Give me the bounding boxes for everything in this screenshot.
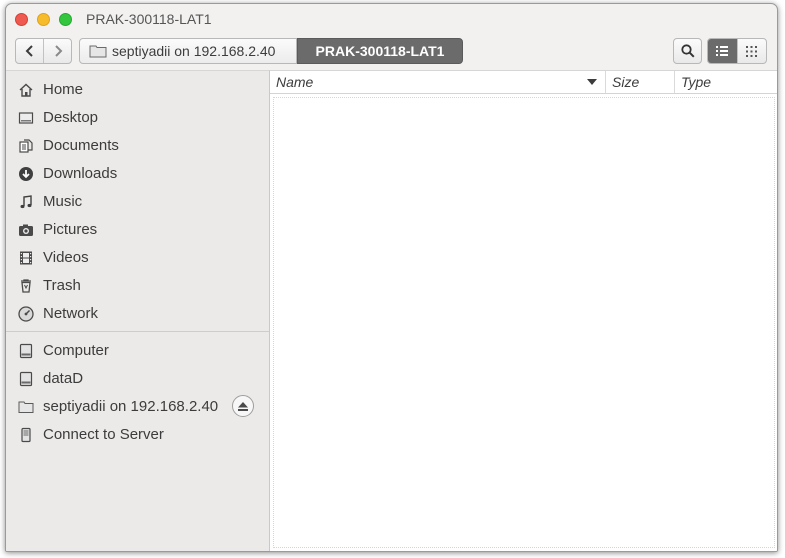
sidebar-item-connect-to-server[interactable]: Connect to Server	[6, 421, 269, 449]
sidebar-item-label: dataD	[43, 370, 84, 387]
server-icon	[18, 427, 34, 443]
chevron-right-icon	[54, 45, 62, 57]
sidebar-item-label: Computer	[43, 342, 109, 359]
column-header-name-label: Name	[276, 74, 314, 90]
list-view-icon	[716, 46, 729, 56]
column-header-type-label: Type	[681, 74, 712, 90]
breadcrumb: septiyadii on 192.168.2.40 PRAK-300118-L…	[79, 38, 463, 64]
sidebar-item-documents[interactable]: Documents	[6, 132, 269, 160]
network-folder-icon	[18, 399, 34, 415]
documents-icon	[18, 138, 34, 154]
pictures-icon	[18, 222, 34, 238]
home-icon	[18, 82, 34, 98]
sidebar-item-network-share[interactable]: septiyadii on 192.168.2.40	[6, 393, 269, 421]
column-header-size[interactable]: Size	[605, 71, 674, 93]
sidebar-item-desktop[interactable]: Desktop	[6, 104, 269, 132]
window-title: PRAK-300118-LAT1	[86, 11, 212, 27]
breadcrumb-parent-label: septiyadii on 192.168.2.40	[112, 43, 276, 59]
computer-icon	[18, 343, 34, 359]
network-icon	[18, 306, 34, 322]
search-button[interactable]	[673, 38, 702, 64]
sidebar-item-downloads[interactable]: Downloads	[6, 160, 269, 188]
search-icon	[680, 44, 695, 58]
file-list-area[interactable]	[273, 97, 775, 548]
view-mode-toggle	[707, 38, 767, 64]
back-button[interactable]	[16, 39, 43, 63]
minimize-window-button[interactable]	[37, 13, 50, 26]
sidebar-item-label: Videos	[43, 249, 89, 266]
breadcrumb-current-label: PRAK-300118-LAT1	[315, 43, 445, 59]
sidebar-item-network[interactable]: Network	[6, 300, 269, 328]
maximize-window-button[interactable]	[59, 13, 72, 26]
sidebar-item-label: Trash	[43, 277, 81, 294]
sidebar-item-label: septiyadii on 192.168.2.40	[43, 398, 219, 415]
sidebar-item-pictures[interactable]: Pictures	[6, 216, 269, 244]
sidebar-item-label: Documents	[43, 137, 119, 154]
network-folder-icon	[89, 45, 107, 58]
breadcrumb-current[interactable]: PRAK-300118-LAT1	[297, 38, 463, 64]
sidebar-item-datad[interactable]: dataD	[6, 365, 269, 393]
column-header-row: Name Size Type	[270, 71, 777, 94]
desktop-icon	[18, 110, 34, 126]
trash-icon	[18, 278, 34, 294]
drive-icon	[18, 371, 34, 387]
column-header-name[interactable]: Name	[270, 71, 605, 93]
grid-view-icon	[746, 45, 758, 57]
title-bar: PRAK-300118-LAT1	[6, 4, 777, 32]
sidebar-item-label: Desktop	[43, 109, 99, 126]
eject-button[interactable]	[232, 395, 254, 417]
navigation-buttons	[15, 38, 72, 64]
sidebar-item-label: Home	[43, 81, 84, 98]
sidebar-item-label: Pictures	[43, 221, 98, 238]
sidebar-item-music[interactable]: Music	[6, 188, 269, 216]
eject-icon	[238, 401, 248, 411]
sidebar-item-home[interactable]: Home	[6, 76, 269, 104]
sidebar-item-trash[interactable]: Trash	[6, 272, 269, 300]
music-icon	[18, 194, 34, 210]
column-header-size-label: Size	[612, 74, 640, 90]
sidebar-item-label: Music	[43, 193, 83, 210]
videos-icon	[18, 250, 34, 266]
sidebar: Home Desktop Documents Downloads Music P…	[6, 70, 269, 551]
sidebar-item-label: Connect to Server	[43, 426, 164, 443]
column-header-type[interactable]: Type	[674, 71, 777, 93]
list-view-button[interactable]	[708, 39, 737, 63]
toolbar: septiyadii on 192.168.2.40 PRAK-300118-L…	[6, 32, 777, 70]
forward-button[interactable]	[43, 39, 71, 63]
close-window-button[interactable]	[15, 13, 28, 26]
breadcrumb-parent[interactable]: septiyadii on 192.168.2.40	[79, 38, 297, 64]
sidebar-item-label: Downloads	[43, 165, 118, 182]
sidebar-separator	[6, 331, 269, 332]
sidebar-item-label: Network	[43, 305, 99, 322]
grid-view-button[interactable]	[736, 39, 767, 63]
sidebar-item-videos[interactable]: Videos	[6, 244, 269, 272]
chevron-left-icon	[25, 45, 33, 57]
sort-descending-icon	[587, 79, 597, 85]
file-manager-window: PRAK-300118-LAT1 septiyadii on 192.168.2…	[5, 3, 778, 552]
sidebar-item-computer[interactable]: Computer	[6, 337, 269, 365]
file-list-view: Name Size Type	[269, 70, 777, 551]
downloads-icon	[18, 166, 34, 182]
